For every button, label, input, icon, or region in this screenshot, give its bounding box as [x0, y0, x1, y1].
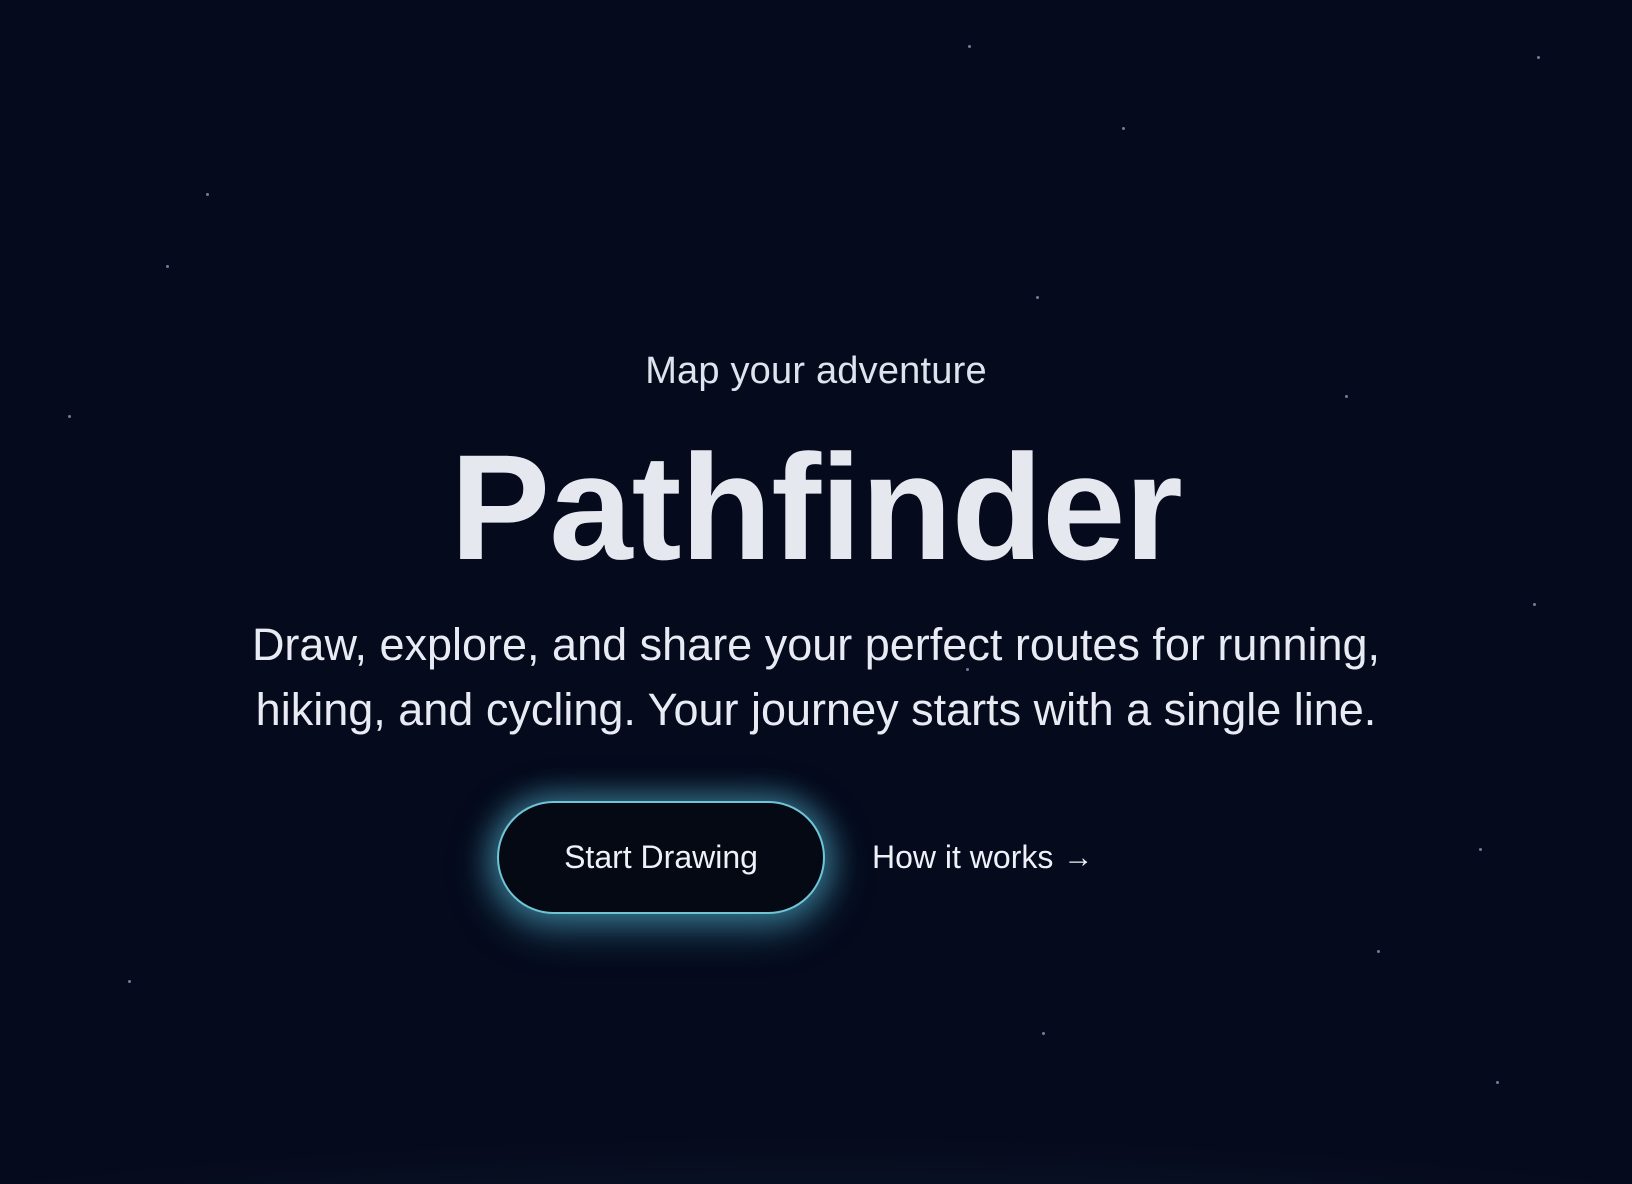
- cta-row: Start Drawing How it works →: [0, 801, 1632, 916]
- start-drawing-button[interactable]: Start Drawing: [497, 801, 825, 914]
- arrow-right-icon: →: [1063, 840, 1094, 874]
- hero-title: Pathfinder: [450, 423, 1183, 591]
- hero-eyebrow: Map your adventure: [645, 350, 987, 392]
- hero-section: Map your adventure Pathfinder Draw, expl…: [0, 0, 1632, 1184]
- hero-tagline: Draw, explore, and share your perfect ro…: [251, 619, 1381, 735]
- how-it-works-label: How it works: [872, 839, 1054, 875]
- how-it-works-link[interactable]: How it works →: [872, 801, 1093, 914]
